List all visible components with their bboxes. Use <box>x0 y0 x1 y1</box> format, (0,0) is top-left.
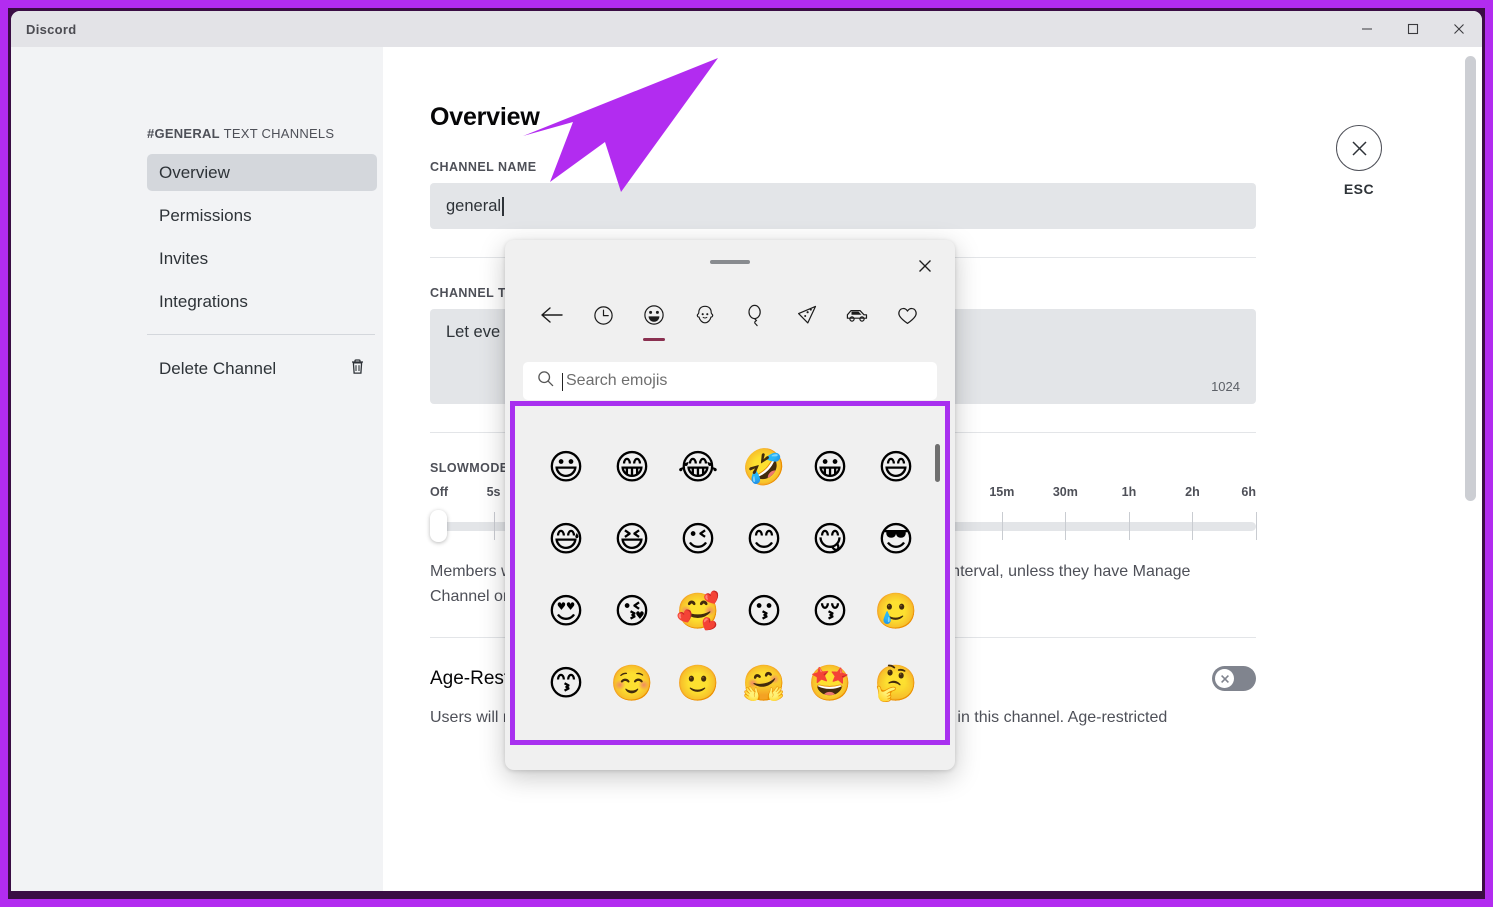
slowmode-tick-label: 2h <box>1185 485 1200 499</box>
emoji-cell[interactable]: 🥲 <box>868 584 924 640</box>
slowmode-tick-label: 15m <box>989 485 1015 499</box>
slowmode-tick-label: 1h <box>1121 485 1137 499</box>
slowmode-tick <box>1192 512 1194 540</box>
emoji-cell[interactable]: 😙 <box>538 656 594 712</box>
minimize-button[interactable] <box>1344 11 1390 47</box>
smileys-icon[interactable] <box>629 295 680 335</box>
emoji-cell[interactable]: 😆 <box>604 512 660 568</box>
search-icon <box>537 370 554 392</box>
food-pizza-icon[interactable] <box>781 295 832 335</box>
emoji-search-input[interactable]: Search emojis <box>523 362 937 400</box>
slowmode-tick <box>1256 512 1257 540</box>
sidebar-item-invites[interactable]: Invites <box>147 240 377 277</box>
window-title: Discord <box>26 21 77 37</box>
page-title: Overview <box>430 103 540 131</box>
sidebar-item-overview[interactable]: Overview <box>147 154 377 191</box>
slowmode-tick <box>1001 512 1003 540</box>
age-restricted-toggle[interactable] <box>1212 666 1256 691</box>
emoji-cell[interactable]: 😄 <box>868 440 924 496</box>
emoji-grid-highlight-box: 😃 😁 😂 🤣 😀 😄 😅 😆 😉 😊 😋 😎 😍 😘 🥰 😗 😚 🥲 😙 ☺️ 🙂 🤗 🤩 🤔 <box>510 401 950 745</box>
sidebar-header-suffix: TEXT CHANNELS <box>223 126 335 141</box>
emoji-cell[interactable]: 🙂 <box>670 656 726 712</box>
people-icon[interactable] <box>679 295 730 335</box>
emoji-cell[interactable]: 🤣 <box>736 440 792 496</box>
close-circle-icon <box>1336 125 1382 171</box>
slider-thumb[interactable] <box>430 510 447 542</box>
emoji-cell[interactable]: 😉 <box>670 512 726 568</box>
travel-car-icon[interactable] <box>832 295 883 335</box>
window-controls <box>1344 11 1482 47</box>
back-arrow-icon[interactable] <box>527 295 578 335</box>
search-caret <box>562 373 563 391</box>
emoji-cell[interactable]: 😎 <box>868 512 924 568</box>
slowmode-tick <box>1065 512 1067 540</box>
close-button[interactable] <box>1436 11 1482 47</box>
slowmode-tick-label: 30m <box>1052 485 1078 499</box>
sidebar-item-label: Permissions <box>159 205 252 225</box>
emoji-cell[interactable]: 🤗 <box>736 656 792 712</box>
esc-label: ESC <box>1343 181 1375 197</box>
activities-balloon-icon[interactable] <box>730 295 781 335</box>
sidebar-divider <box>147 334 375 335</box>
trash-icon <box>350 358 365 380</box>
sidebar-header-channel: GENERAL <box>154 126 220 141</box>
emoji-cell[interactable]: 😚 <box>802 584 858 640</box>
emoji-cell[interactable]: 🥰 <box>670 584 726 640</box>
emoji-cell[interactable]: ☺️ <box>604 656 660 712</box>
delete-channel-label: Delete Channel <box>159 358 277 378</box>
sidebar-item-label: Invites <box>159 248 209 268</box>
main-scrollbar[interactable] <box>1465 56 1476 501</box>
emoji-category-tabs <box>505 292 955 338</box>
slowmode-tick <box>493 512 495 540</box>
slowmode-tick <box>1128 512 1130 540</box>
maximize-button[interactable] <box>1390 11 1436 47</box>
emoji-grid-scrollbar[interactable] <box>935 444 940 482</box>
slowmode-tick-label: 6h <box>1241 485 1256 499</box>
channel-name-label: CHANNEL NAME <box>430 160 537 174</box>
sidebar-item-permissions[interactable]: Permissions <box>147 197 377 234</box>
emoji-cell[interactable]: 😂 <box>670 440 726 496</box>
sidebar-item-label: Integrations <box>159 291 248 311</box>
emoji-cell[interactable]: 😅 <box>538 512 594 568</box>
emoji-cell[interactable]: 😀 <box>802 440 858 496</box>
channel-name-value: general <box>446 196 502 215</box>
channel-topic-value: Let eve <box>446 323 501 341</box>
picker-close-icon[interactable] <box>909 250 941 282</box>
recent-clock-icon[interactable] <box>578 295 629 335</box>
emoji-cell[interactable]: 😍 <box>538 584 594 640</box>
settings-sidebar: #GENERAL TEXT CHANNELS Overview Permissi… <box>11 47 383 891</box>
emoji-picker-panel[interactable]: Search emojis 😃 😁 😂 🤣 😀 😄 😅 😆 😉 😊 😋 😎 😍 😘 🥰 😗 😚 🥲 😙 ☺️ 🙂 🤗 🤩 🤔 <box>505 240 955 770</box>
symbols-heart-icon[interactable] <box>882 295 933 335</box>
text-caret <box>502 196 504 216</box>
drag-handle[interactable] <box>710 260 750 264</box>
emoji-cell[interactable]: 😁 <box>604 440 660 496</box>
emoji-cell[interactable]: 😘 <box>604 584 660 640</box>
sidebar-header: #GENERAL TEXT CHANNELS <box>147 126 377 141</box>
emoji-search-placeholder: Search emojis <box>562 372 667 391</box>
char-counter: 1024 <box>1211 379 1240 394</box>
emoji-cell[interactable]: 🤩 <box>802 656 858 712</box>
slowmode-tick-label: 5s <box>486 485 501 499</box>
sidebar-item-integrations[interactable]: Integrations <box>147 283 377 320</box>
emoji-cell[interactable]: 😋 <box>802 512 858 568</box>
sidebar-item-delete-channel[interactable]: Delete Channel <box>147 350 377 387</box>
esc-close-button[interactable]: ESC <box>1336 125 1382 197</box>
channel-name-input[interactable]: general <box>430 183 1256 229</box>
sidebar-item-label: Overview <box>159 162 230 182</box>
emoji-cell[interactable]: 😊 <box>736 512 792 568</box>
emoji-grid: 😃 😁 😂 🤣 😀 😄 😅 😆 😉 😊 😋 😎 😍 😘 🥰 😗 😚 🥲 😙 ☺️ 🙂 🤗 🤩 🤔 <box>515 406 945 740</box>
emoji-cell[interactable]: 😗 <box>736 584 792 640</box>
emoji-cell[interactable]: 😃 <box>538 440 594 496</box>
window-titlebar: Discord <box>11 11 1482 47</box>
toggle-knob <box>1215 669 1234 688</box>
emoji-cell[interactable]: 🤔 <box>868 656 924 712</box>
slowmode-tick-label: Off <box>430 485 449 499</box>
